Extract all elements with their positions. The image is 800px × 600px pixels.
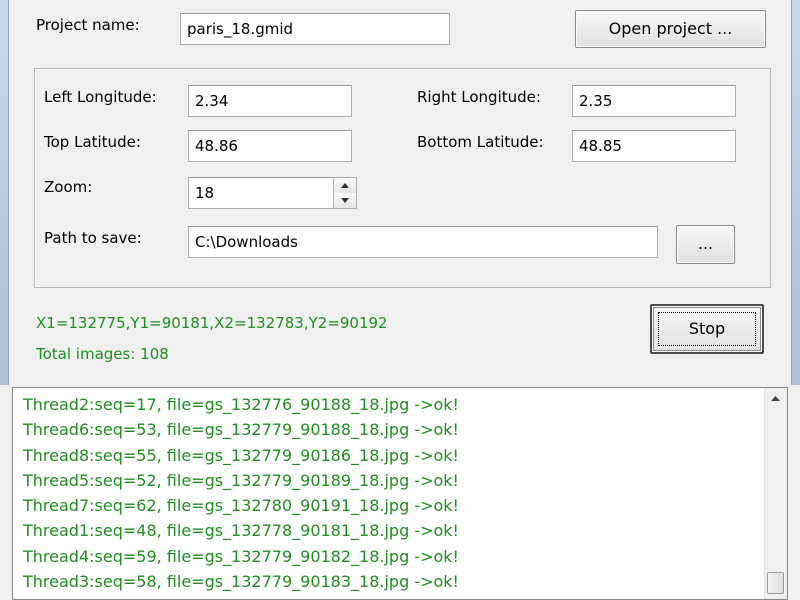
project-name-label: Project name: — [36, 16, 140, 34]
arrow-up-icon — [771, 396, 780, 401]
log-line: Thread6:seq=53, file=gs_132779_90188_18.… — [23, 420, 459, 440]
arrow-down-icon — [341, 198, 349, 203]
log-lines: Thread2:seq=17, file=gs_132776_90188_18.… — [23, 392, 459, 594]
scroll-up-button[interactable] — [765, 388, 787, 410]
log-line: Thread4:seq=59, file=gs_132779_90182_18.… — [23, 546, 459, 566]
top-latitude-input[interactable] — [188, 130, 352, 162]
browse-path-button[interactable]: ... — [676, 225, 735, 264]
zoom-label: Zoom: — [44, 178, 93, 196]
arrow-up-icon — [341, 183, 349, 188]
log-line: Thread3:seq=58, file=gs_132779_90183_18.… — [23, 572, 459, 592]
total-images-text: Total images: 108 — [36, 345, 169, 363]
log-line: Thread7:seq=62, file=gs_132780_90191_18.… — [23, 496, 459, 516]
right-longitude-label: Right Longitude: — [417, 88, 541, 106]
right-longitude-input[interactable] — [572, 85, 736, 117]
log-scrollbar[interactable] — [764, 388, 787, 599]
focus-rectangle — [658, 312, 756, 346]
zoom-spinner[interactable] — [333, 177, 357, 209]
zoom-input[interactable] — [188, 177, 334, 209]
window-frame-left — [0, 0, 9, 385]
log-line: Thread1:seq=48, file=gs_132778_90181_18.… — [23, 521, 459, 541]
bottom-latitude-input[interactable] — [572, 130, 736, 162]
log-line: Thread5:seq=52, file=gs_132779_90189_18.… — [23, 470, 459, 490]
log-line: Thread8:seq=55, file=gs_132779_90186_18.… — [23, 445, 459, 465]
scroll-thumb[interactable] — [767, 572, 784, 594]
log-list[interactable]: Thread2:seq=17, file=gs_132776_90188_18.… — [12, 387, 788, 600]
left-longitude-input[interactable] — [188, 85, 352, 117]
zoom-increment-button[interactable] — [334, 178, 356, 194]
path-to-save-input[interactable] — [188, 226, 658, 258]
left-longitude-label: Left Longitude: — [44, 88, 157, 106]
bottom-latitude-label: Bottom Latitude: — [417, 133, 544, 151]
path-to-save-label: Path to save: — [44, 229, 142, 247]
zoom-decrement-button[interactable] — [334, 193, 356, 208]
stop-button[interactable]: Stop — [650, 304, 764, 354]
open-project-button[interactable]: Open project ... — [575, 10, 766, 48]
window-frame-right — [791, 0, 800, 385]
tile-range-text: X1=132775,Y1=90181,X2=132783,Y2=90192 — [36, 314, 388, 332]
project-name-input[interactable] — [180, 13, 450, 45]
log-line: Thread2:seq=17, file=gs_132776_90188_18.… — [23, 395, 459, 414]
top-latitude-label: Top Latitude: — [44, 133, 141, 151]
